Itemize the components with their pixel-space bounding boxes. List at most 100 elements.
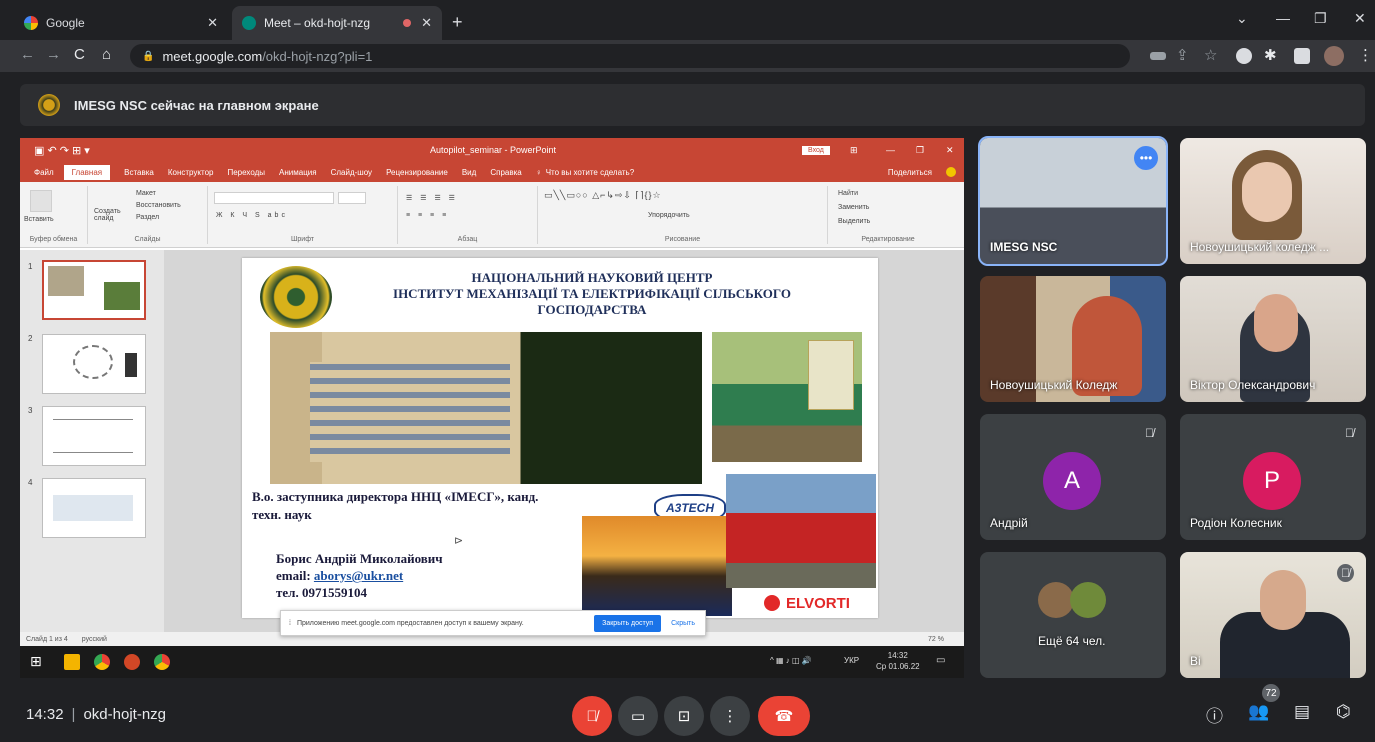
- ribbon-options-icon: ⊞: [850, 144, 858, 155]
- participant-face: [1242, 162, 1292, 222]
- shared-screen: ▣ ↶ ↷ ⊞ ▾ Autopilot_seminar - PowerPoint…: [20, 138, 964, 678]
- new-tab-button[interactable]: +: [452, 12, 463, 33]
- camera-icon: ▭: [630, 708, 646, 725]
- window-title: Autopilot_seminar - PowerPoint: [430, 145, 557, 155]
- stop-sharing-button: Закрыть доступ: [594, 614, 662, 632]
- address-bar[interactable]: 🔒 meet.google.com/okd-hojt-nzg?pli=1: [130, 44, 1130, 68]
- tab-meet[interactable]: Meet – okd-hojt-nzg ✕: [232, 6, 442, 40]
- window-close-icon[interactable]: ✕: [1354, 10, 1366, 27]
- shapes-gallery-icon: ▭╲╲▭○○ △⌐↳⇨⇩ ⌈⌉{}☆: [544, 190, 662, 200]
- forward-icon[interactable]: →: [46, 46, 61, 63]
- tray-icons: ^ ▦ ♪ ◫ 🔊: [770, 656, 812, 665]
- present-screen-button[interactable]: ⊡: [664, 696, 704, 736]
- lock-icon: 🔒: [142, 50, 155, 62]
- email-link: aborys@ukr.net: [313, 568, 404, 583]
- smiley-icon: [946, 167, 956, 177]
- slide-number: 2: [28, 334, 33, 343]
- explorer-icon: [64, 654, 80, 670]
- more-options-icon[interactable]: •••: [1134, 146, 1158, 170]
- slide-canvas: НАЦІОНАЛЬНИЙ НАУКОВИЙ ЦЕНТР ІНСТИТУТ МЕХ…: [164, 250, 964, 632]
- pp-maximize-icon: ❐: [916, 144, 925, 155]
- ribbon-group-slides: Макет Восстановить Раздел Создать слайд …: [88, 186, 208, 244]
- participant-tile[interactable]: 🎙̸ Ві: [1180, 552, 1366, 678]
- menu-icon[interactable]: ⋮: [1358, 46, 1373, 64]
- paste-label: Вставить: [24, 216, 54, 223]
- sidepanel-icon[interactable]: [1294, 48, 1310, 64]
- participant-tile[interactable]: Новоушицький Коледж: [980, 276, 1166, 402]
- powerpoint-icon: [124, 654, 140, 670]
- title-line: НАЦІОНАЛЬНИЙ НАУКОВИЙ ЦЕНТР: [471, 270, 713, 285]
- activities-icon[interactable]: ⌬: [1336, 702, 1351, 722]
- more-options-button[interactable]: ⋮: [710, 696, 750, 736]
- recording-indicator-icon: [403, 19, 412, 27]
- profile-avatar[interactable]: [1324, 46, 1344, 66]
- slide-thumbnail: [42, 478, 146, 538]
- menu-item: Справка: [490, 167, 522, 177]
- leave-call-button[interactable]: ☎: [758, 696, 810, 736]
- microphone-toggle-button[interactable]: 🎙̸: [572, 696, 612, 736]
- close-icon[interactable]: ✕: [421, 15, 432, 31]
- windows-start-icon: ⊞: [30, 653, 42, 669]
- minimize-icon[interactable]: —: [1276, 10, 1290, 26]
- sunset-machine-photo: [582, 516, 732, 616]
- building-windows: [310, 362, 510, 462]
- thumb-image: [48, 266, 84, 296]
- participant-tile[interactable]: Віктор Олександрович: [1180, 276, 1366, 402]
- lightbulb-icon: ♀: [535, 167, 542, 177]
- slide-thumbnail: [42, 260, 146, 320]
- participant-avatar: [1070, 582, 1106, 618]
- presenter-avatar: [38, 94, 60, 116]
- login-button: Вход: [802, 145, 830, 155]
- group-name: Абзац: [457, 236, 478, 243]
- tab-google[interactable]: Google ✕: [14, 6, 228, 40]
- participant-name: Новоушицький коледж ...: [1190, 240, 1330, 254]
- windows-taskbar: ⊞ ^ ▦ ♪ ◫ 🔊 УКР 14:32 Ср 01.06.22 ▭: [20, 646, 964, 678]
- camera-icon[interactable]: [1150, 52, 1166, 60]
- present-icon: ⊡: [677, 708, 691, 725]
- close-icon[interactable]: ✕: [207, 15, 218, 31]
- participant-avatar: A: [1043, 452, 1101, 510]
- participant-name: Андрій: [990, 516, 1028, 530]
- microphone-off-icon: 🎙̸: [1345, 426, 1354, 440]
- tab-search-icon[interactable]: ⌄: [1236, 10, 1248, 27]
- meeting-details-icon[interactable]: ⓘ: [1206, 702, 1223, 727]
- maximize-icon[interactable]: ❐: [1314, 10, 1327, 27]
- participant-tile[interactable]: 🎙̸ A Андрій: [980, 414, 1166, 540]
- elvorti-icon: [764, 595, 781, 611]
- star-icon[interactable]: ☆: [1204, 46, 1217, 64]
- group-name: Шрифт: [290, 236, 315, 243]
- puzzle-icon[interactable]: ✱: [1264, 46, 1277, 64]
- banner-text: IMESG NSC сейчас на главном экране: [74, 97, 319, 113]
- back-icon[interactable]: ←: [20, 46, 35, 63]
- participant-face: [1254, 294, 1298, 352]
- home-icon[interactable]: ⌂: [102, 46, 111, 63]
- more-participants-tile[interactable]: Ещё 64 чел.: [980, 552, 1166, 678]
- layout-label: Макет: [136, 190, 156, 197]
- notifications-icon: ▭: [936, 655, 946, 666]
- participant-tile[interactable]: 🎙̸ P Родіон Колесник: [1180, 414, 1366, 540]
- participant-avatar: P: [1243, 452, 1301, 510]
- participant-tile[interactable]: ••• IMESG NSC: [978, 136, 1168, 266]
- list-icons: ☰ ☰ ☰ ☰: [406, 195, 458, 202]
- reload-icon[interactable]: C: [74, 46, 85, 63]
- position-line: В.о. заступника директора ННЦ «ІМЕСГ», к…: [252, 489, 539, 504]
- pp-close-icon: ✕: [946, 144, 954, 155]
- slide-number: 1: [28, 262, 33, 271]
- chrome-icon: [94, 654, 110, 670]
- paste-icon: [30, 190, 52, 212]
- people-icon[interactable]: 👥: [1248, 702, 1269, 722]
- share-icon[interactable]: ⇪: [1176, 46, 1189, 64]
- phone-hangup-icon: ☎: [774, 708, 794, 725]
- zoom-label: 72 %: [928, 635, 944, 643]
- menu-item: Вставка: [124, 167, 154, 177]
- presenting-banner: IMESG NSC сейчас на главном экране: [20, 84, 1365, 126]
- camera-toggle-button[interactable]: ▭: [618, 696, 658, 736]
- chat-icon[interactable]: ▤: [1294, 702, 1310, 722]
- menu-item: Главная: [63, 164, 111, 180]
- poster-image: [808, 340, 854, 410]
- extension-icon[interactable]: [1236, 48, 1252, 64]
- drag-handle-icon: ⁞: [289, 619, 291, 627]
- participant-tile[interactable]: Новоушицький коледж ...: [1180, 138, 1366, 264]
- microphone-off-icon: 🎙̸: [1145, 426, 1154, 440]
- url-host: meet.google.com: [162, 48, 263, 64]
